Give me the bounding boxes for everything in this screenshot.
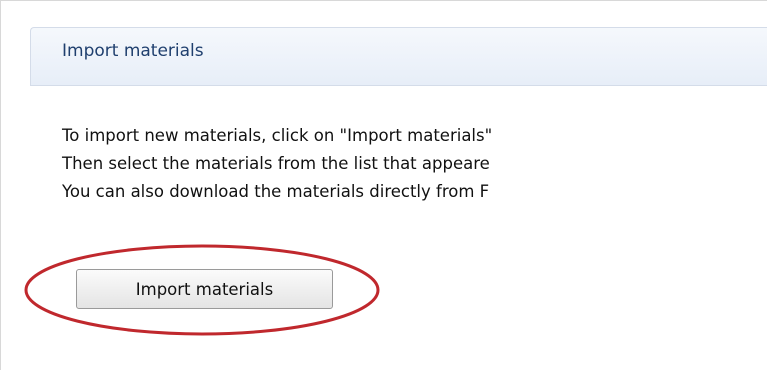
panel-header: Import materials [30, 27, 767, 86]
instruction-line-1: To import new materials, click on "Impor… [62, 126, 493, 145]
import-materials-button[interactable]: Import materials [76, 269, 333, 309]
instruction-text: To import new materials, click on "Impor… [62, 122, 492, 206]
instruction-line-2: Then select the materials from the list … [62, 154, 490, 173]
screenshot-canvas: Import materials To import new materials… [0, 0, 767, 370]
panel-title: Import materials [62, 41, 204, 61]
instruction-line-3: You can also download the materials dire… [62, 182, 490, 201]
